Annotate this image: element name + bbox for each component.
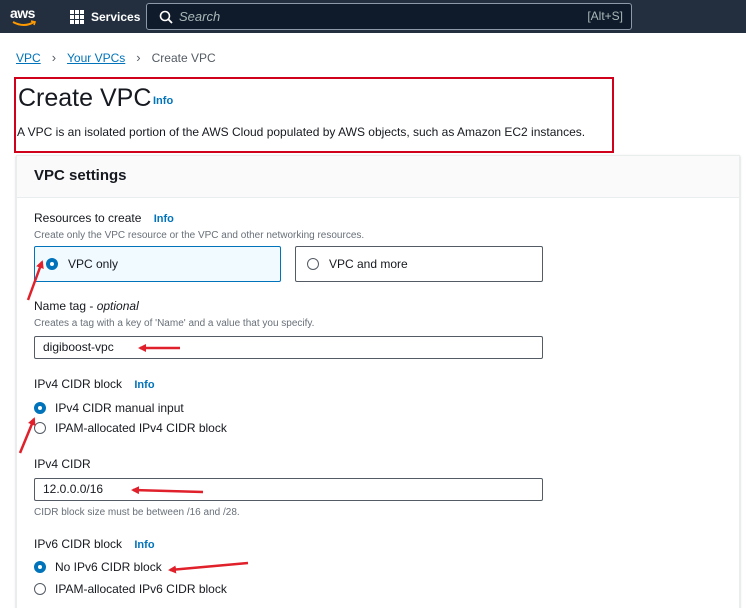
top-navigation-bar: aws Services [Alt+S] xyxy=(0,0,746,33)
radio-selected[interactable] xyxy=(46,258,58,270)
ipv6-ipam-label: IPAM-allocated IPv6 CIDR block xyxy=(55,582,227,596)
radio-unselected[interactable] xyxy=(307,258,319,270)
resources-hint: Create only the VPC resource or the VPC … xyxy=(34,230,365,241)
ipv6-block-label: IPv6 CIDR block Info xyxy=(34,537,155,551)
optional-label: optional xyxy=(96,299,139,313)
name-tag-hint: Creates a tag with a key of 'Name' and a… xyxy=(34,318,315,329)
page-title: Create VPC xyxy=(18,84,152,112)
ipv6-ipam-option[interactable]: IPAM-allocated IPv6 CIDR block xyxy=(34,582,227,596)
vpc-and-more-option[interactable]: VPC and more xyxy=(295,246,543,282)
ipv4-cidr-input[interactable]: 12.0.0.0/16 xyxy=(34,478,543,501)
services-menu-button[interactable]: Services xyxy=(70,8,140,26)
search-input[interactable] xyxy=(179,7,559,25)
search-shortcut-hint: [Alt+S] xyxy=(587,9,623,23)
ipv4-info-link[interactable]: Info xyxy=(134,379,154,391)
services-label: Services xyxy=(91,10,141,24)
search-icon xyxy=(159,10,173,24)
panel-title: VPC settings xyxy=(34,167,127,184)
aws-logo[interactable]: aws xyxy=(10,5,42,29)
page-description: A VPC is an isolated portion of the AWS … xyxy=(17,125,586,139)
ipv4-ipam-option[interactable]: IPAM-allocated IPv4 CIDR block xyxy=(34,421,227,435)
resources-label: Resources to create Info xyxy=(34,211,174,225)
ipv4-manual-label: IPv4 CIDR manual input xyxy=(55,401,184,415)
aws-logo-text: aws xyxy=(10,5,35,21)
ipv4-cidr-hint: CIDR block size must be between /16 and … xyxy=(34,507,240,518)
breadcrumb-current: Create VPC xyxy=(151,50,216,65)
ipv4-ipam-label: IPAM-allocated IPv4 CIDR block xyxy=(55,421,227,435)
breadcrumb-vpc-link[interactable]: VPC xyxy=(16,51,41,65)
no-ipv6-label: No IPv6 CIDR block xyxy=(55,560,162,574)
vpc-settings-panel: VPC settings Resources to create Info Cr… xyxy=(16,155,740,608)
aws-smile-icon xyxy=(12,20,37,26)
radio-selected[interactable] xyxy=(34,402,46,414)
chevron-right-icon: › xyxy=(51,50,57,65)
name-tag-input[interactable]: digiboost-vpc xyxy=(34,336,543,359)
ipv4-manual-option[interactable]: IPv4 CIDR manual input xyxy=(34,401,184,415)
chevron-right-icon: › xyxy=(136,50,141,65)
vpc-only-label: VPC only xyxy=(68,257,119,271)
breadcrumb-your-vpcs-link[interactable]: Your VPCs xyxy=(67,51,125,65)
ipv4-cidr-label: IPv4 CIDR xyxy=(34,457,91,471)
radio-unselected[interactable] xyxy=(34,583,46,595)
vpc-and-more-label: VPC and more xyxy=(329,257,408,271)
resources-info-link[interactable]: Info xyxy=(154,213,174,225)
grid-icon xyxy=(70,10,84,24)
search-box[interactable]: [Alt+S] xyxy=(146,3,632,30)
header-highlight-box: Create VPC Info A VPC is an isolated por… xyxy=(14,77,614,153)
ipv6-info-link[interactable]: Info xyxy=(134,539,154,551)
ipv4-block-label: IPv4 CIDR block Info xyxy=(34,377,155,391)
vpc-only-option[interactable]: VPC only xyxy=(34,246,281,282)
title-info-link[interactable]: Info xyxy=(153,95,173,107)
name-tag-label: Name tag - optional xyxy=(34,299,139,313)
radio-selected[interactable] xyxy=(34,561,46,573)
radio-unselected[interactable] xyxy=(34,422,46,434)
panel-header: VPC settings xyxy=(17,156,739,198)
no-ipv6-option[interactable]: No IPv6 CIDR block xyxy=(34,560,162,574)
breadcrumb: VPC › Your VPCs › Create VPC xyxy=(16,50,216,65)
